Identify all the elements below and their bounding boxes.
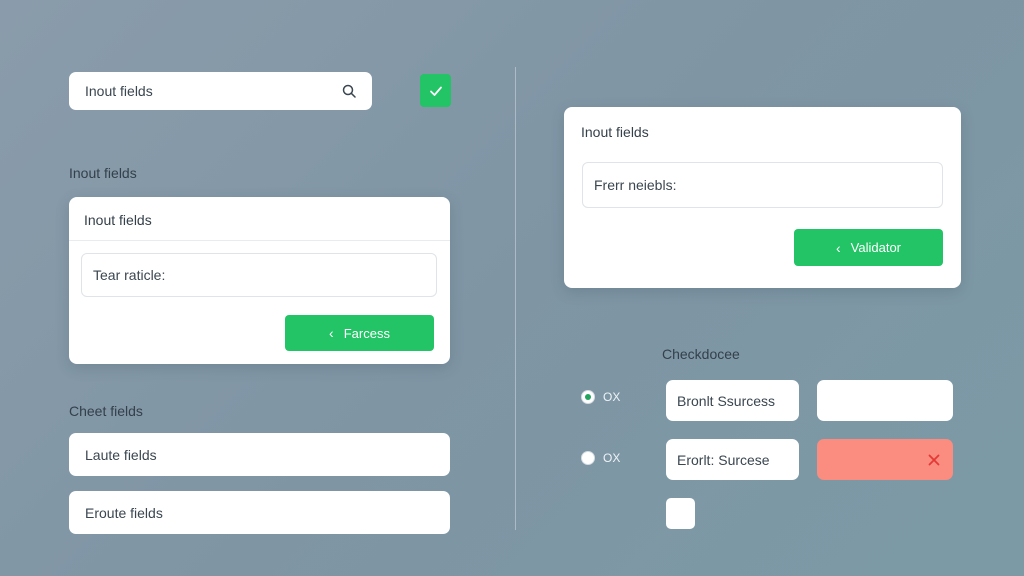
laute-field-value: Laute fields: [85, 446, 157, 463]
validator-button[interactable]: ‹ Validator: [794, 229, 943, 266]
card-header: Inout fields: [581, 124, 649, 140]
section-label-checkbox: Checkdocee: [662, 346, 740, 362]
chevron-left-icon: ‹: [329, 325, 334, 341]
text-article-input[interactable]: Tear raticle:: [81, 253, 437, 297]
eroute-field[interactable]: Eroute fields: [69, 491, 450, 534]
input-card: Inout fields Tear raticle: ‹ Farcess: [69, 197, 450, 364]
section-label-check-fields: Cheet fields: [69, 403, 143, 419]
validator-button-label: Validator: [850, 240, 901, 255]
confirm-checkbox[interactable]: [420, 74, 451, 107]
card-header: Inout fields: [84, 212, 152, 228]
empty-field[interactable]: [817, 380, 953, 421]
text-article-input-value: Tear raticle:: [93, 267, 166, 283]
status-field-error[interactable]: Erorlt: Surcese: [666, 439, 799, 480]
radio-ok-1-label: OX: [603, 390, 621, 404]
column-divider: [515, 67, 516, 530]
status-field-error-value: Erorlt: Surcese: [677, 451, 770, 468]
close-icon[interactable]: [928, 454, 940, 466]
form-fields-input-value: Frerr neiebls:: [594, 177, 677, 193]
process-button-label: Farcess: [343, 325, 390, 341]
search-icon[interactable]: [342, 84, 356, 98]
radio-ok-2-label: OX: [603, 451, 621, 465]
search-input[interactable]: Inout fields: [69, 72, 372, 110]
process-button[interactable]: ‹ Farcess: [285, 315, 434, 351]
validator-card: Inout fields Frerr neiebls: ‹ Validator: [564, 107, 961, 288]
check-icon: [428, 83, 444, 99]
status-field-success[interactable]: Bronlt Ssurcess: [666, 380, 799, 421]
radio-ok-2[interactable]: [581, 451, 595, 465]
radio-ok-1[interactable]: [581, 390, 595, 404]
chevron-left-icon: ‹: [835, 239, 841, 256]
card-divider: [69, 240, 450, 241]
error-field[interactable]: [817, 439, 953, 480]
section-label-input-fields: Inout fields: [69, 165, 137, 181]
form-fields-input[interactable]: Frerr neiebls:: [582, 162, 943, 208]
checkbox-small[interactable]: [666, 498, 695, 529]
search-input-value: Inout fields: [85, 83, 153, 99]
laute-field[interactable]: Laute fields: [69, 433, 450, 476]
eroute-field-value: Eroute fields: [85, 504, 163, 521]
status-field-success-value: Bronlt Ssurcess: [677, 392, 776, 409]
